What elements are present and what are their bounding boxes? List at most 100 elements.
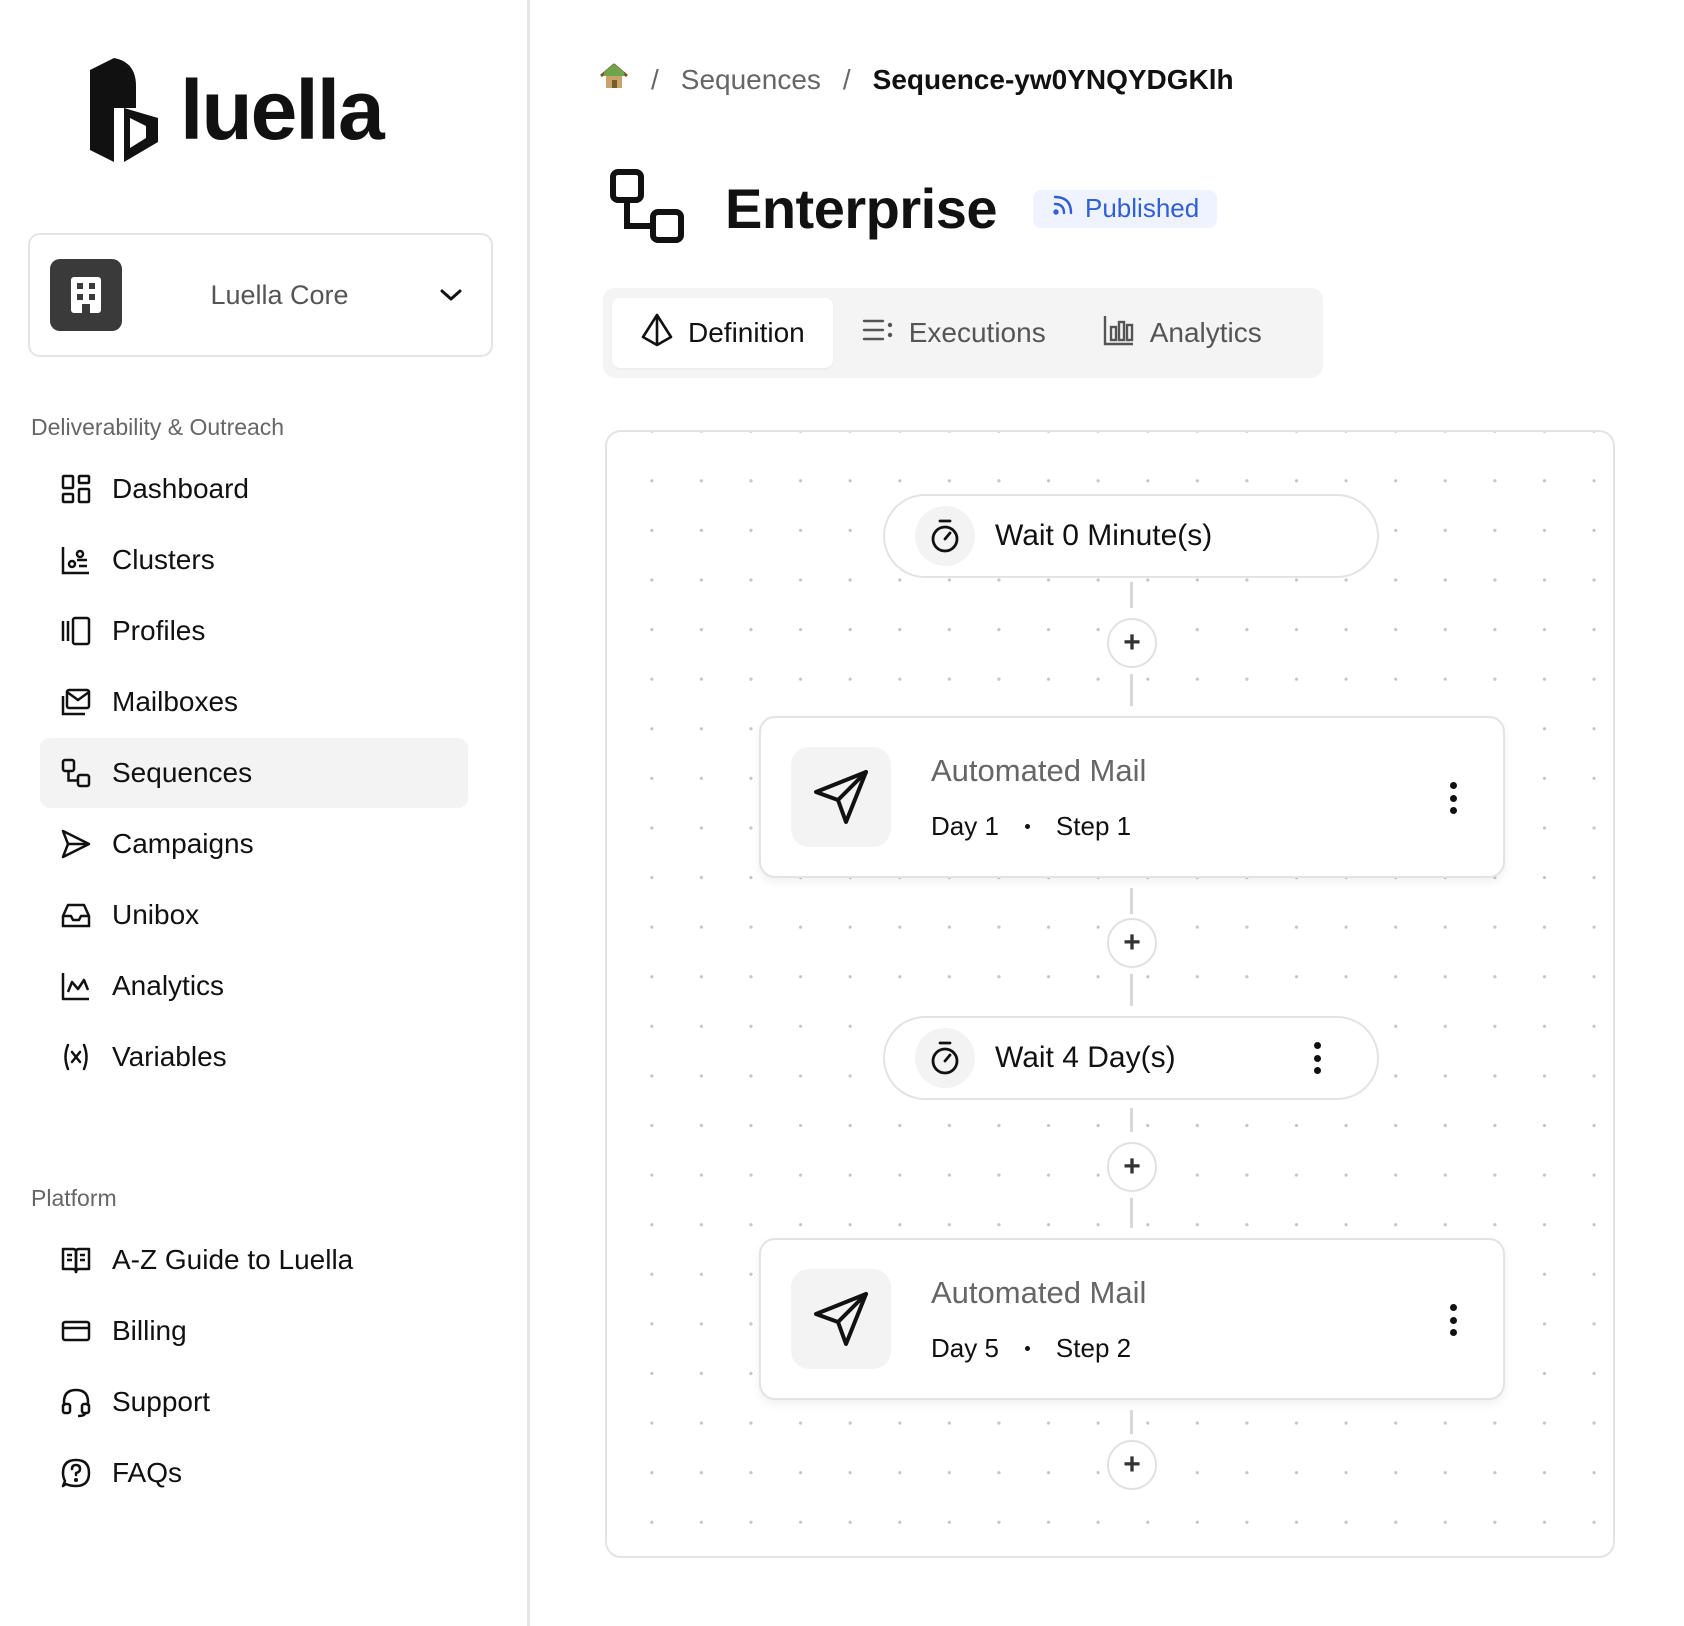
workspace-switcher[interactable]: Luella Core xyxy=(28,233,493,357)
sidebar-item-label: Campaigns xyxy=(112,828,254,859)
sequences-icon xyxy=(58,755,94,791)
sidebar-item-clusters[interactable]: Clusters xyxy=(40,525,468,595)
sequence-canvas[interactable]: Wait 0 Minute(s) + Automated Mail Day 1 … xyxy=(605,430,1615,1558)
sidebar-item-label: Unibox xyxy=(112,899,200,930)
sidebar-item-label: Support xyxy=(112,1386,211,1417)
sidebar-item-label: Variables xyxy=(112,1041,227,1072)
separator-dot xyxy=(1024,823,1030,829)
sidebar-item-label: Dashboard xyxy=(112,473,249,504)
profiles-icon xyxy=(58,613,94,649)
connector-line xyxy=(1130,1198,1133,1228)
sidebar-item-variables[interactable]: Variables xyxy=(40,1022,468,1092)
automated-mail-node[interactable]: Automated Mail Day 5 Step 2 xyxy=(759,1238,1505,1400)
list-icon xyxy=(861,313,895,354)
luella-logo-icon xyxy=(90,58,158,162)
tab-bar: Definition Executions Analytics xyxy=(603,288,1323,378)
breadcrumb-current: Sequence-yw0YNQYDGKlh xyxy=(872,63,1234,95)
mail-title: Automated Mail xyxy=(931,752,1147,788)
tab-definition[interactable]: Definition xyxy=(612,298,833,368)
workspace-name: Luella Core xyxy=(210,279,349,310)
main-content: / Sequences / Sequence-yw0YNQYDGKlh Ente… xyxy=(533,0,1684,1626)
sidebar-item-label: FAQs xyxy=(112,1457,183,1488)
send-icon xyxy=(791,1269,891,1369)
add-step-button[interactable]: + xyxy=(1107,1440,1157,1490)
sidebar-item-faqs[interactable]: FAQs xyxy=(40,1438,468,1508)
mail-title: Automated Mail xyxy=(931,1274,1147,1310)
more-options-icon[interactable] xyxy=(1305,1038,1329,1078)
stopwatch-icon xyxy=(915,1028,975,1088)
sidebar-item-billing[interactable]: Billing xyxy=(40,1296,468,1366)
sidebar-item-profiles[interactable]: Profiles xyxy=(40,596,468,666)
variable-icon xyxy=(58,1039,94,1075)
sidebar-item-mailboxes[interactable]: Mailboxes xyxy=(40,667,468,737)
tab-label: Analytics xyxy=(1149,317,1262,348)
wait-node[interactable]: Wait 4 Day(s) xyxy=(883,1016,1379,1100)
tab-executions[interactable]: Executions xyxy=(833,298,1074,368)
stopwatch-icon xyxy=(915,506,975,566)
home-icon[interactable] xyxy=(599,62,629,97)
sidebar-item-label: Analytics xyxy=(112,970,225,1001)
sidebar-item-unibox[interactable]: Unibox xyxy=(40,880,468,950)
brand-logo[interactable]: luella xyxy=(84,56,385,164)
send-icon xyxy=(58,826,94,862)
more-options-icon[interactable] xyxy=(1441,778,1465,818)
separator-dot xyxy=(1024,1345,1030,1351)
nav-platform: A-Z Guide to Luella Billing Support FAQs xyxy=(40,1225,468,1509)
sidebar-item-label: Clusters xyxy=(112,544,215,575)
title-row: Enterprise Published xyxy=(609,168,1218,249)
brand-name: luella xyxy=(180,63,385,157)
sidebar-item-label: Sequences xyxy=(112,757,253,788)
status-label: Published xyxy=(1085,193,1200,223)
connector-line xyxy=(1130,888,1133,914)
tab-label: Executions xyxy=(908,317,1046,348)
headset-icon xyxy=(58,1384,94,1420)
sidebar-item-guide[interactable]: A-Z Guide to Luella xyxy=(40,1225,468,1295)
help-bubble-icon xyxy=(58,1455,94,1491)
add-step-button[interactable]: + xyxy=(1107,618,1157,668)
inbox-icon xyxy=(58,897,94,933)
section-label-platform: Platform xyxy=(31,1185,117,1211)
page-title: Enterprise xyxy=(725,177,998,240)
dashboard-icon xyxy=(58,471,94,507)
breadcrumb: / Sequences / Sequence-yw0YNQYDGKlh xyxy=(599,62,1234,97)
nav-deliverability: Dashboard Clusters Profiles Mailboxes Se… xyxy=(40,454,468,1093)
sidebar: luella Luella Core Deliverability & Outr… xyxy=(0,0,530,1626)
connector-line xyxy=(1130,582,1133,608)
mail-day: Day 5 xyxy=(931,1332,999,1363)
sidebar-item-sequences[interactable]: Sequences xyxy=(40,738,468,808)
sidebar-item-label: Profiles xyxy=(112,615,206,646)
credit-card-icon xyxy=(58,1313,94,1349)
clusters-icon xyxy=(58,542,94,578)
rss-icon xyxy=(1051,193,1075,224)
bar-chart-icon xyxy=(1102,313,1136,354)
mail-step: Step 1 xyxy=(1055,810,1132,841)
wait-label: Wait 0 Minute(s) xyxy=(995,519,1213,552)
sidebar-item-label: Mailboxes xyxy=(112,686,239,717)
add-step-button[interactable]: + xyxy=(1107,1142,1157,1192)
connector-line xyxy=(1130,974,1133,1006)
sequences-icon xyxy=(609,168,685,249)
section-label-deliverability: Deliverability & Outreach xyxy=(31,414,285,440)
sidebar-item-label: Billing xyxy=(112,1315,187,1346)
sidebar-item-campaigns[interactable]: Campaigns xyxy=(40,809,468,879)
sidebar-item-dashboard[interactable]: Dashboard xyxy=(40,454,468,524)
breadcrumb-link-sequences[interactable]: Sequences xyxy=(681,64,821,96)
mailboxes-icon xyxy=(58,684,94,720)
status-badge: Published xyxy=(1033,189,1218,228)
tab-analytics[interactable]: Analytics xyxy=(1074,298,1290,368)
sidebar-item-support[interactable]: Support xyxy=(40,1367,468,1437)
building-icon xyxy=(50,259,122,331)
sidebar-item-label: A-Z Guide to Luella xyxy=(112,1244,354,1275)
wait-node[interactable]: Wait 0 Minute(s) xyxy=(883,494,1379,578)
more-options-icon[interactable] xyxy=(1441,1300,1465,1340)
breadcrumb-separator: / xyxy=(842,63,851,95)
connector-line xyxy=(1130,1108,1133,1132)
automated-mail-node[interactable]: Automated Mail Day 1 Step 1 xyxy=(759,716,1505,878)
chevron-down-icon[interactable] xyxy=(437,281,465,309)
connector-line xyxy=(1130,674,1133,706)
add-step-button[interactable]: + xyxy=(1107,918,1157,968)
sidebar-item-analytics[interactable]: Analytics xyxy=(40,951,468,1021)
tab-label: Definition xyxy=(688,317,805,348)
mail-day: Day 1 xyxy=(931,810,999,841)
analytics-icon xyxy=(58,968,94,1004)
